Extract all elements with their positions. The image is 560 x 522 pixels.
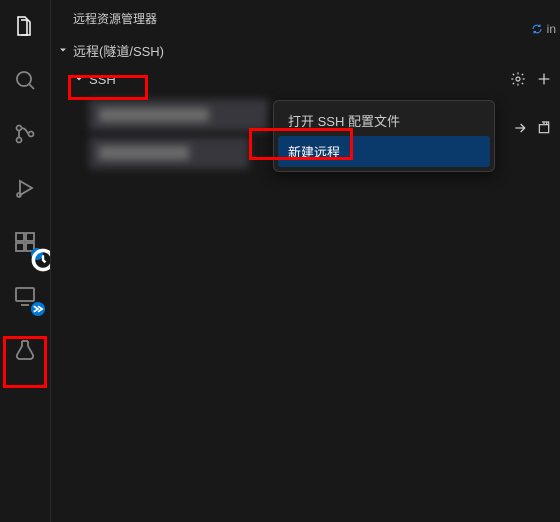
arrow-right-icon[interactable]	[510, 118, 530, 138]
testing-icon[interactable]	[9, 334, 41, 366]
extensions-icon[interactable]	[9, 226, 41, 258]
ssh-host-item[interactable]	[89, 99, 269, 131]
panel-title: 远程资源管理器	[51, 0, 560, 39]
remote-badge-icon	[31, 302, 45, 316]
gear-icon[interactable]	[508, 69, 528, 89]
update-badge-icon	[31, 248, 43, 260]
activity-bar	[0, 0, 50, 522]
explorer-icon[interactable]	[9, 10, 41, 42]
plus-icon[interactable]	[534, 69, 554, 89]
group-label: SSH	[89, 72, 116, 87]
tree-group-ssh[interactable]: SSH	[51, 65, 560, 93]
run-debug-icon[interactable]	[9, 172, 41, 204]
status-fragment: in	[531, 22, 556, 36]
source-control-icon[interactable]	[9, 118, 41, 150]
chevron-down-icon	[55, 44, 71, 56]
menu-new-remote[interactable]: 新建远程	[278, 136, 490, 167]
chevron-down-icon	[71, 73, 87, 85]
remote-explorer-panel: 远程资源管理器 远程(隧道/SSH) SSH	[50, 0, 560, 522]
menu-open-ssh-config[interactable]: 打开 SSH 配置文件	[274, 105, 494, 136]
ssh-host-item[interactable]	[89, 137, 249, 169]
sync-icon	[531, 23, 543, 35]
status-text: in	[547, 22, 556, 36]
remote-explorer-icon[interactable]	[9, 280, 41, 312]
tree-section-remotes[interactable]: 远程(隧道/SSH)	[51, 39, 560, 61]
section-label: 远程(隧道/SSH)	[73, 41, 164, 60]
new-window-icon[interactable]	[534, 118, 554, 138]
group-actions	[508, 69, 554, 89]
host-label	[99, 108, 209, 122]
host-label	[99, 146, 189, 160]
host-inline-actions	[510, 118, 554, 138]
context-menu: 打开 SSH 配置文件 新建远程	[273, 100, 495, 172]
search-icon[interactable]	[9, 64, 41, 96]
